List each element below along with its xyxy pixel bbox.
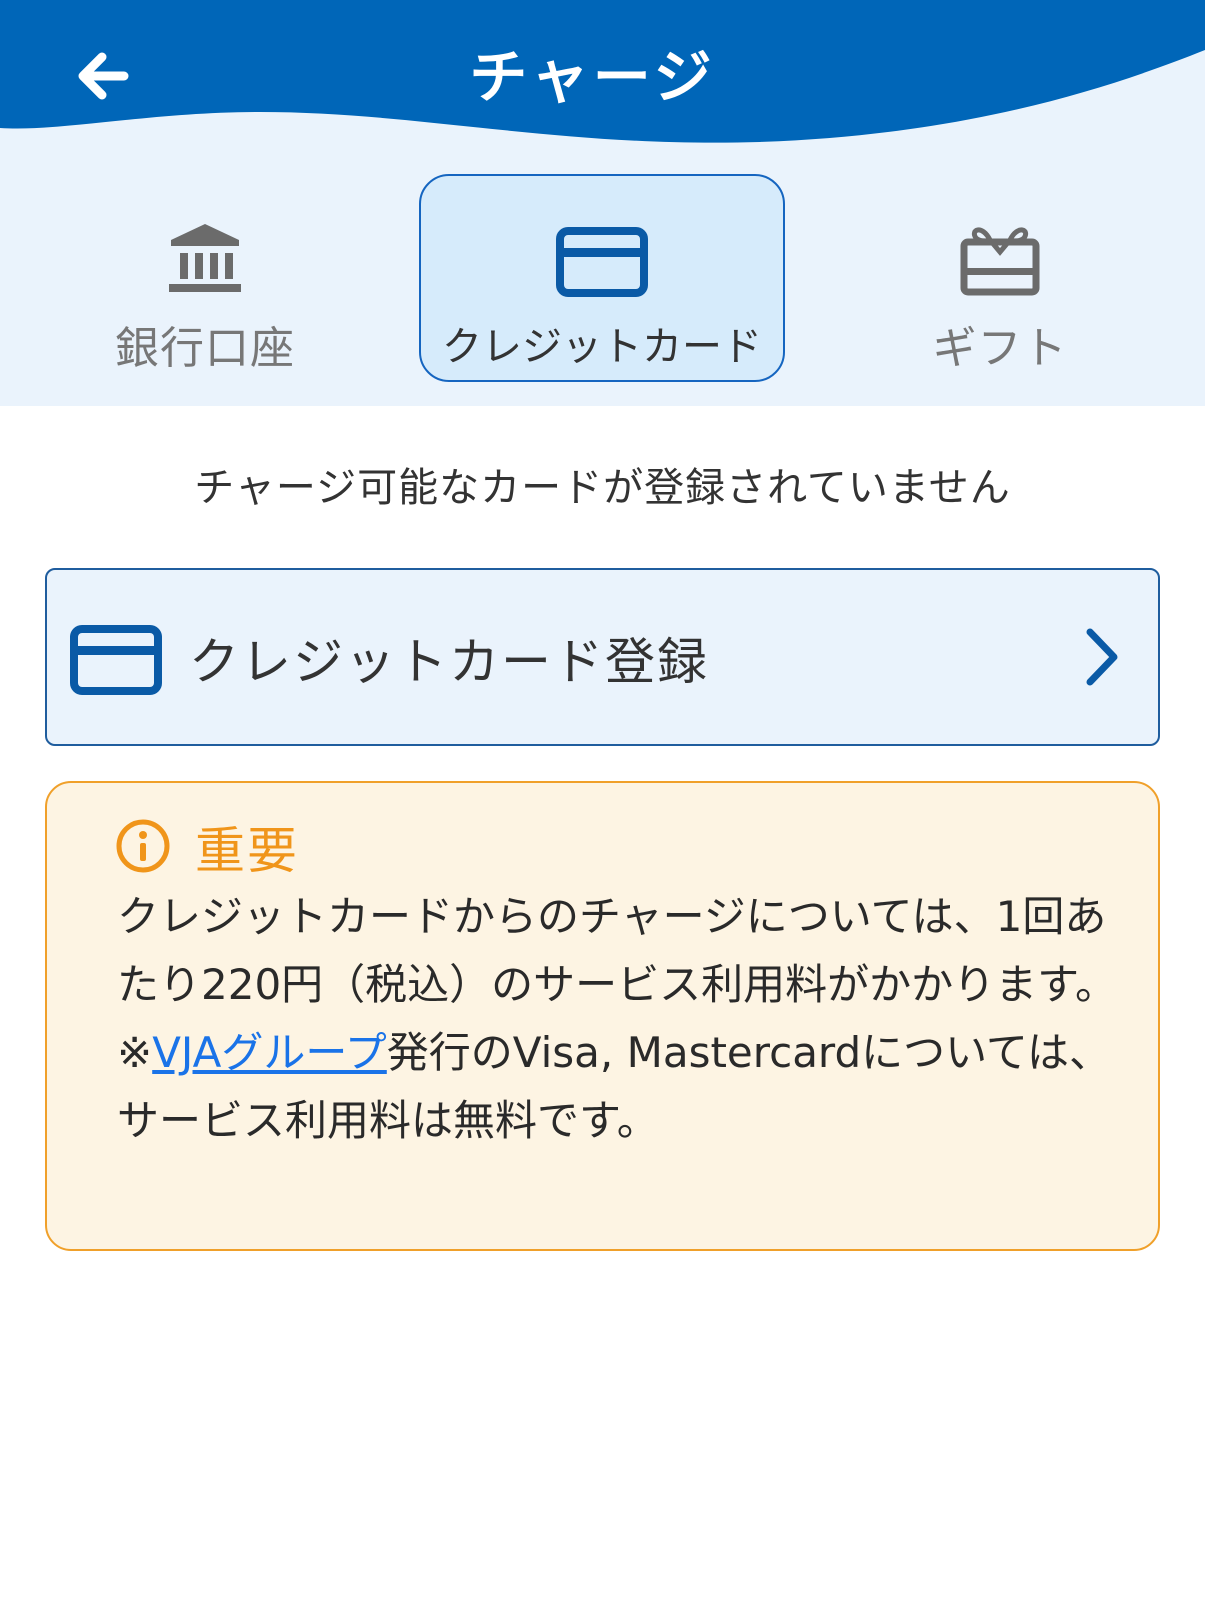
page-title: チャージ — [469, 43, 716, 111]
register-label: クレジットカード登録 — [189, 633, 709, 691]
tab-label: 銀行口座 — [115, 323, 295, 374]
gift-icon — [960, 196, 1040, 296]
note-prefix: ※ — [117, 1028, 153, 1077]
no-card-notice: チャージ可能なカードが登録されていません — [194, 465, 1011, 511]
vja-group-link[interactable]: VJAグループ — [152, 1028, 387, 1077]
credit-card-icon — [70, 625, 162, 695]
credit-card-icon — [555, 198, 649, 298]
bank-icon — [167, 196, 243, 296]
fee-text: クレジットカードからのチャージについては、1回あたり220円（税込）のサービス利… — [117, 892, 1117, 1009]
important-body: クレジットカードからのチャージについては、1回あたり220円（税込）のサービス利… — [117, 883, 1127, 1155]
register-credit-card-button[interactable]: クレジットカード登録 — [45, 568, 1160, 746]
app-header: チャージ 銀行口座 クレジットカード ギフト — [0, 0, 1205, 406]
info-icon — [116, 819, 170, 873]
important-notice-box: 重要 クレジットカードからのチャージについては、1回あたり220円（税込）のサー… — [45, 781, 1160, 1251]
tab-label: ギフト — [932, 323, 1068, 374]
vja-note: ※VJAグループ発行のVisa, Mastercardについては、サービス利用料… — [117, 1019, 1127, 1155]
tab-credit-card[interactable]: クレジットカード — [419, 174, 785, 382]
tab-label: クレジットカード — [442, 324, 762, 370]
chevron-right-icon — [1086, 628, 1118, 686]
important-title: 重要 — [195, 822, 299, 880]
tab-bank-account[interactable]: 銀行口座 — [100, 174, 310, 382]
tab-gift[interactable]: ギフト — [890, 174, 1110, 382]
